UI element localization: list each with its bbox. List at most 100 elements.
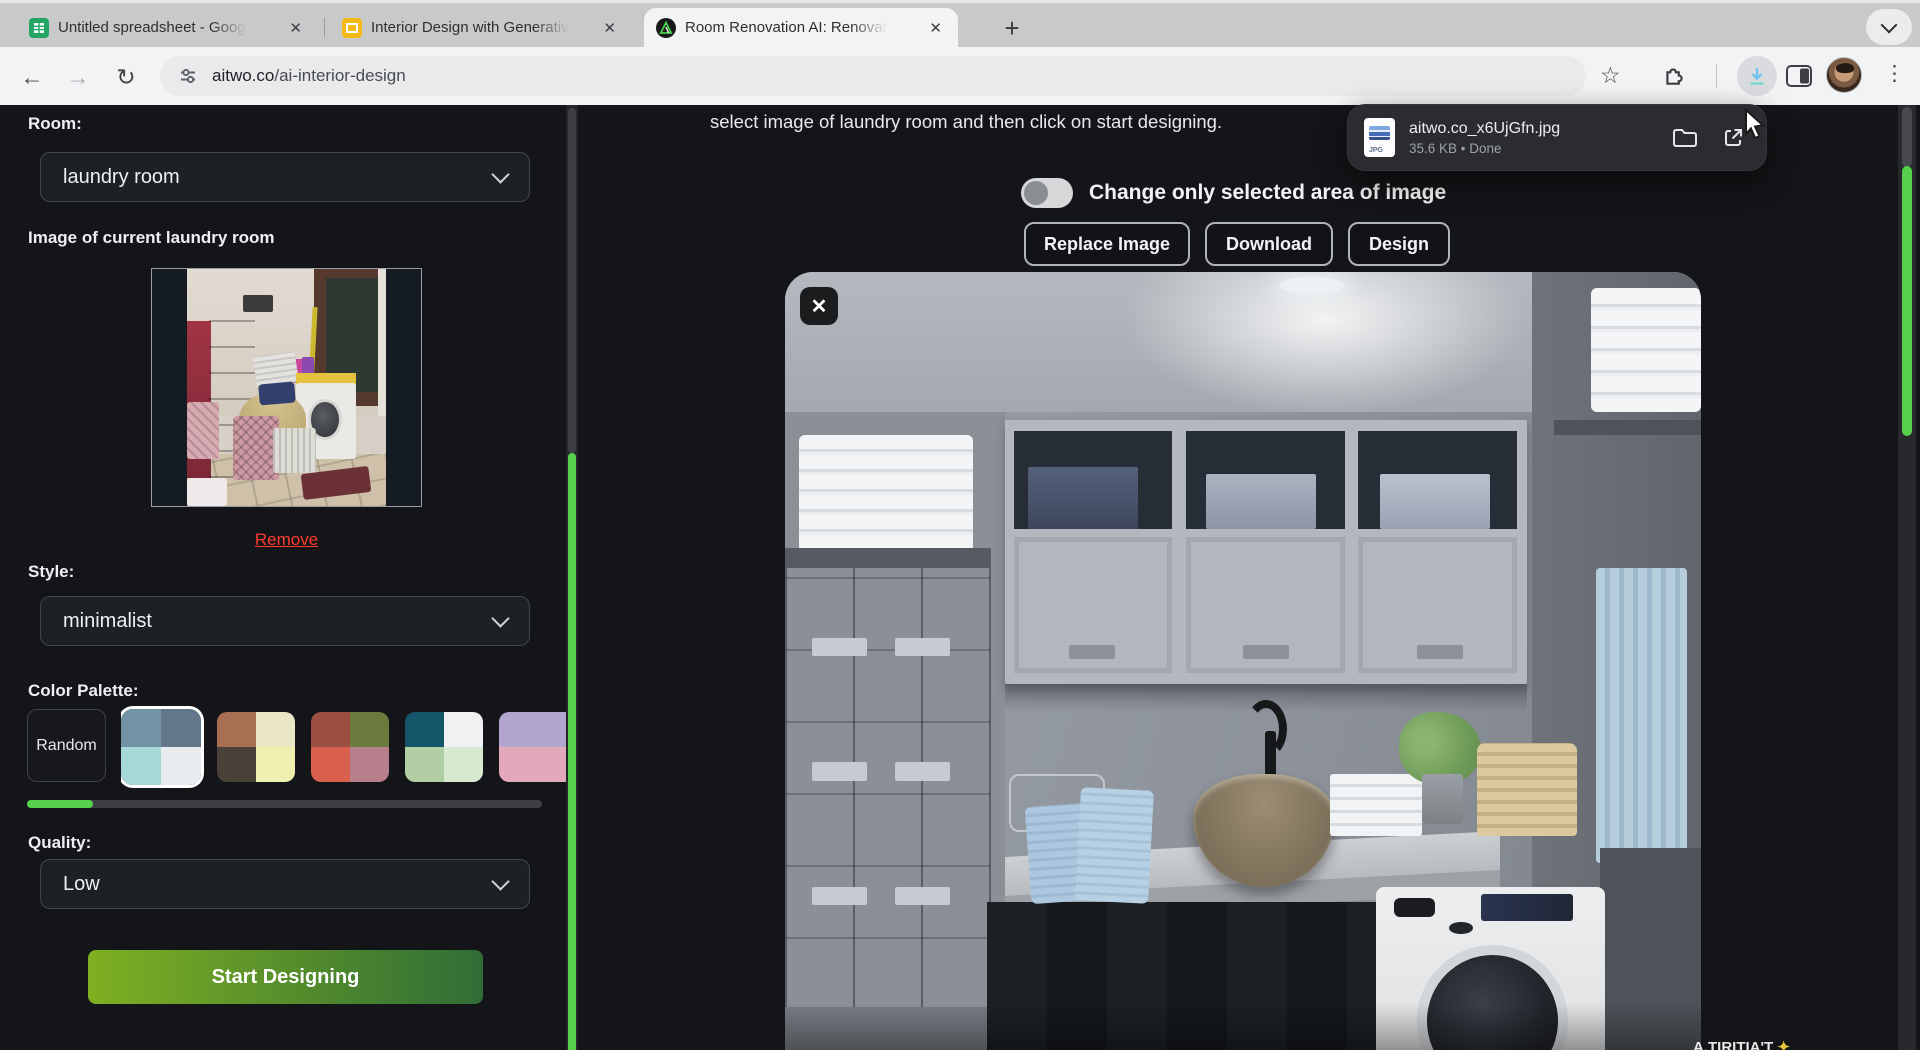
jpg-file-icon: JPG [1364,118,1395,157]
toggle-row: Change only selected area of image [1021,178,1446,208]
sidebar-scrollbar-thumb[interactable] [568,453,576,1050]
plant-pot [1422,774,1463,825]
palette-scrollbar-thumb[interactable] [27,800,93,808]
tab-search-button[interactable] [1866,9,1912,45]
downloads-button[interactable] [1737,56,1777,96]
door-handle [1243,645,1289,659]
reload-button[interactable]: ↻ [110,61,142,93]
storage-bin [1380,474,1490,528]
browser-toolbar: ← → ↻ aitwo.co/ai-interior-design ☆ ⋮ [0,47,1920,105]
browser-window: Untitled spreadsheet - Goog ✕ Interior D… [0,0,1920,1050]
hanging-blue-towel [1596,568,1688,864]
palette-swatch-2[interactable] [217,712,295,782]
current-image-label: Image of current laundry room [28,228,275,248]
palette-swatch-3[interactable] [311,712,389,782]
url-text: aitwo.co/ai-interior-design [212,66,406,86]
url-path: /ai-interior-design [274,66,405,85]
extensions-icon[interactable] [1662,62,1688,88]
start-designing-button[interactable]: Start Designing [88,950,483,1004]
palette-color [538,747,566,782]
file-type-badge: JPG [1369,147,1383,154]
back-button[interactable]: ← [16,61,48,93]
close-preview-button[interactable]: ✕ [800,287,838,325]
left-shelf [785,548,991,567]
thumbnail-photo [187,269,386,506]
quality-label: Quality: [28,833,91,853]
towel-stack-left [799,435,973,552]
profile-avatar[interactable] [1826,57,1862,93]
style-select[interactable]: minimalist [40,596,530,646]
door-handle [1417,645,1463,659]
google-slides-icon [342,18,362,38]
renovated-room-preview [785,272,1701,1050]
room-select[interactable]: laundry room [40,152,530,202]
locker-label [812,638,867,657]
main-scrollbar-thumb[interactable] [1902,166,1912,436]
washer-handle [1394,898,1435,917]
chevron-down-icon [491,165,509,183]
right-shelf [1554,420,1701,436]
washer-panel [1481,894,1573,920]
palette-swatch-5[interactable] [499,712,566,782]
download-item[interactable]: aitwo.co_x6UjGfn.jpg 35.6 KB • Done [1409,120,1560,156]
bookmark-star-icon[interactable]: ☆ [1600,62,1621,89]
palette-color [217,747,256,782]
show-in-folder-button[interactable] [1668,121,1702,155]
color-palette-label: Color Palette: [28,681,139,701]
google-sheets-icon [29,18,49,38]
remove-image-link[interactable]: Remove [151,530,422,550]
style-value: minimalist [63,610,152,633]
tab-title: Room Renovation AI: Renovat [685,19,887,36]
tab-close-icon[interactable]: ✕ [285,17,306,39]
palette-swatch-1[interactable] [121,709,201,785]
tab-close-icon[interactable]: ✕ [599,17,620,39]
washer-knob [1449,922,1473,934]
locker-label [895,887,950,906]
sidebar-scrollbar[interactable] [566,105,578,1050]
palette-color [311,712,350,747]
new-tab-button[interactable]: + [996,12,1028,44]
style-label: Style: [28,562,74,582]
random-palette-button[interactable]: Random [27,709,106,782]
tab-slides[interactable]: Interior Design with Generativ ✕ [330,8,632,47]
side-panel-icon[interactable] [1786,65,1812,87]
download-button[interactable]: Download [1205,222,1333,266]
download-meta: 35.6 KB • Done [1409,141,1560,156]
main-scrollbar-track-cap [1902,107,1912,167]
selected-area-toggle[interactable] [1021,178,1073,208]
address-bar[interactable]: aitwo.co/ai-interior-design [160,56,1586,96]
replace-image-button[interactable]: Replace Image [1024,222,1190,266]
design-button[interactable]: Design [1348,222,1450,266]
download-popup: JPG aitwo.co_x6UjGfn.jpg 35.6 KB • Done [1347,104,1767,171]
palette-color [538,712,566,747]
tab-spreadsheet[interactable]: Untitled spreadsheet - Goog ✕ [17,8,318,47]
locker-label [895,762,950,781]
palette-color [350,712,389,747]
quality-select[interactable]: Low [40,859,530,909]
tab-separator [324,18,325,37]
tab-title: Untitled spreadsheet - Goog [58,19,246,36]
storage-bin [1206,474,1316,528]
tab-room-renovation-active[interactable]: Room Renovation AI: Renovat ✕ [644,8,958,47]
palette-color [405,712,444,747]
quality-value: Low [63,873,100,896]
chevron-down-icon [491,609,509,627]
palette-color [350,747,389,782]
browser-menu-icon[interactable]: ⋮ [1884,61,1905,86]
instruction-text: select image of laundry room and then cl… [710,111,1222,133]
sparkle-icon: ✦ [1777,1039,1790,1050]
site-info-icon[interactable] [178,66,198,86]
main-scrollbar[interactable] [1898,105,1916,1050]
sidebar-scrollbar-track [568,108,576,453]
folder-icon [1672,127,1698,149]
forward-button[interactable]: → [62,61,94,93]
tab-close-icon[interactable]: ✕ [925,17,946,39]
blue-towel-2 [1075,788,1154,904]
toolbar-separator [1716,64,1717,88]
bottom-vignette [785,1003,1701,1050]
towel-stack-right [1591,288,1701,412]
palette-color [405,747,444,782]
palette-color [499,712,538,747]
palette-swatch-4[interactable] [405,712,483,782]
palette-scrollbar[interactable] [27,800,542,808]
